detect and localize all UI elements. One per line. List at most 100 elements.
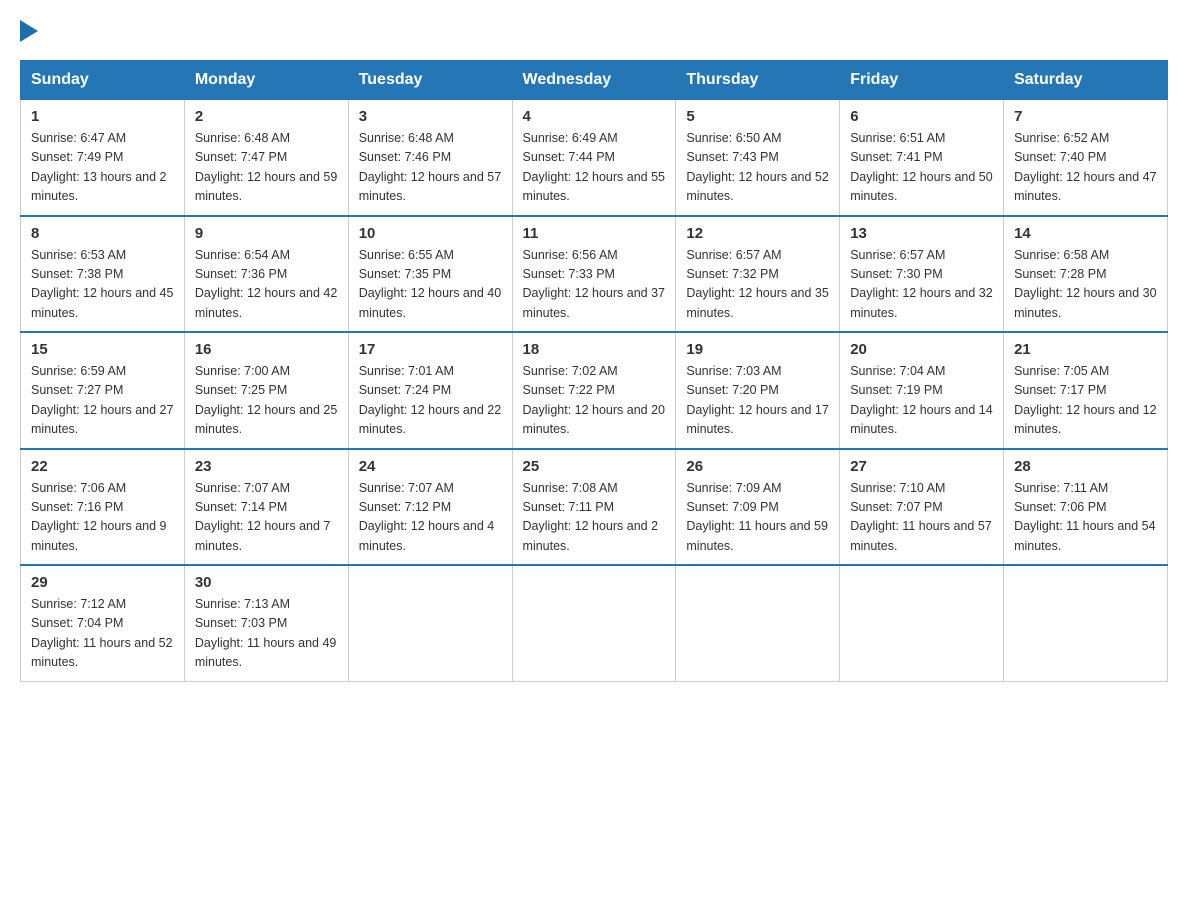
- day-number: 28: [1014, 458, 1157, 475]
- calendar-week-row: 22 Sunrise: 7:06 AMSunset: 7:16 PMDayligh…: [21, 449, 1168, 566]
- day-number: 23: [195, 458, 338, 475]
- day-info: Sunrise: 6:55 AMSunset: 7:35 PMDaylight:…: [359, 248, 501, 320]
- calendar-cell: 4 Sunrise: 6:49 AMSunset: 7:44 PMDaylight…: [512, 100, 676, 216]
- calendar-cell: 27Sunrise: 7:10 AMSunset: 7:07 PMDayligh…: [840, 449, 1004, 566]
- calendar-cell: 14 Sunrise: 6:58 AMSunset: 7:28 PMDayligh…: [1004, 216, 1168, 333]
- calendar-cell: 24 Sunrise: 7:07 AMSunset: 7:12 PMDayligh…: [348, 449, 512, 566]
- calendar-cell: 30Sunrise: 7:13 AMSunset: 7:03 PMDayligh…: [184, 565, 348, 681]
- calendar-cell: [512, 565, 676, 681]
- calendar-cell: 12 Sunrise: 6:57 AMSunset: 7:32 PMDayligh…: [676, 216, 840, 333]
- header-tuesday: Tuesday: [348, 61, 512, 100]
- calendar-cell: 29Sunrise: 7:12 AMSunset: 7:04 PMDayligh…: [21, 565, 185, 681]
- calendar-cell: 17 Sunrise: 7:01 AMSunset: 7:24 PMDayligh…: [348, 332, 512, 449]
- day-info: Sunrise: 7:00 AMSunset: 7:25 PMDaylight:…: [195, 364, 337, 436]
- calendar-cell: 13 Sunrise: 6:57 AMSunset: 7:30 PMDayligh…: [840, 216, 1004, 333]
- day-number: 26: [686, 458, 829, 475]
- header-thursday: Thursday: [676, 61, 840, 100]
- day-number: 1: [31, 108, 174, 125]
- day-number: 24: [359, 458, 502, 475]
- day-info: Sunrise: 6:47 AMSunset: 7:49 PMDaylight:…: [31, 131, 167, 203]
- calendar-cell: 19 Sunrise: 7:03 AMSunset: 7:20 PMDayligh…: [676, 332, 840, 449]
- day-info: Sunrise: 6:49 AMSunset: 7:44 PMDaylight:…: [523, 131, 665, 203]
- calendar-cell: 11Sunrise: 6:56 AMSunset: 7:33 PMDayligh…: [512, 216, 676, 333]
- day-number: 3: [359, 108, 502, 125]
- day-info: Sunrise: 7:13 AMSunset: 7:03 PMDaylight:…: [195, 597, 337, 669]
- calendar-week-row: 1 Sunrise: 6:47 AMSunset: 7:49 PMDaylight…: [21, 100, 1168, 216]
- day-info: Sunrise: 6:50 AMSunset: 7:43 PMDaylight:…: [686, 131, 828, 203]
- day-number: 12: [686, 225, 829, 242]
- calendar-cell: 26 Sunrise: 7:09 AMSunset: 7:09 PMDayligh…: [676, 449, 840, 566]
- day-info: Sunrise: 6:57 AMSunset: 7:32 PMDaylight:…: [686, 248, 828, 320]
- day-number: 11: [523, 225, 666, 242]
- calendar-cell: 5 Sunrise: 6:50 AMSunset: 7:43 PMDaylight…: [676, 100, 840, 216]
- calendar-cell: 1 Sunrise: 6:47 AMSunset: 7:49 PMDaylight…: [21, 100, 185, 216]
- calendar-cell: 16 Sunrise: 7:00 AMSunset: 7:25 PMDayligh…: [184, 332, 348, 449]
- calendar-cell: 21 Sunrise: 7:05 AMSunset: 7:17 PMDayligh…: [1004, 332, 1168, 449]
- day-number: 25: [523, 458, 666, 475]
- day-info: Sunrise: 6:59 AMSunset: 7:27 PMDaylight:…: [31, 364, 173, 436]
- calendar-cell: 9 Sunrise: 6:54 AMSunset: 7:36 PMDaylight…: [184, 216, 348, 333]
- day-info: Sunrise: 6:51 AMSunset: 7:41 PMDaylight:…: [850, 131, 992, 203]
- calendar-cell: 25 Sunrise: 7:08 AMSunset: 7:11 PMDayligh…: [512, 449, 676, 566]
- header-friday: Friday: [840, 61, 1004, 100]
- day-info: Sunrise: 6:52 AMSunset: 7:40 PMDaylight:…: [1014, 131, 1156, 203]
- day-info: Sunrise: 7:06 AMSunset: 7:16 PMDaylight:…: [31, 481, 167, 553]
- day-number: 18: [523, 341, 666, 358]
- day-number: 5: [686, 108, 829, 125]
- calendar-week-row: 15Sunrise: 6:59 AMSunset: 7:27 PMDayligh…: [21, 332, 1168, 449]
- day-number: 21: [1014, 341, 1157, 358]
- header-saturday: Saturday: [1004, 61, 1168, 100]
- day-info: Sunrise: 7:07 AMSunset: 7:14 PMDaylight:…: [195, 481, 331, 553]
- day-info: Sunrise: 6:57 AMSunset: 7:30 PMDaylight:…: [850, 248, 992, 320]
- calendar-cell: 8 Sunrise: 6:53 AMSunset: 7:38 PMDaylight…: [21, 216, 185, 333]
- day-number: 13: [850, 225, 993, 242]
- calendar-cell: 22 Sunrise: 7:06 AMSunset: 7:16 PMDayligh…: [21, 449, 185, 566]
- calendar-cell: 18 Sunrise: 7:02 AMSunset: 7:22 PMDayligh…: [512, 332, 676, 449]
- day-number: 14: [1014, 225, 1157, 242]
- day-number: 8: [31, 225, 174, 242]
- day-number: 27: [850, 458, 993, 475]
- header-monday: Monday: [184, 61, 348, 100]
- day-info: Sunrise: 7:11 AMSunset: 7:06 PMDaylight:…: [1014, 481, 1156, 553]
- calendar-week-row: 8 Sunrise: 6:53 AMSunset: 7:38 PMDaylight…: [21, 216, 1168, 333]
- calendar-cell: 28 Sunrise: 7:11 AMSunset: 7:06 PMDayligh…: [1004, 449, 1168, 566]
- calendar-week-row: 29Sunrise: 7:12 AMSunset: 7:04 PMDayligh…: [21, 565, 1168, 681]
- day-info: Sunrise: 7:09 AMSunset: 7:09 PMDaylight:…: [686, 481, 828, 553]
- calendar-cell: 10 Sunrise: 6:55 AMSunset: 7:35 PMDayligh…: [348, 216, 512, 333]
- day-info: Sunrise: 7:05 AMSunset: 7:17 PMDaylight:…: [1014, 364, 1156, 436]
- day-number: 19: [686, 341, 829, 358]
- day-info: Sunrise: 7:07 AMSunset: 7:12 PMDaylight:…: [359, 481, 495, 553]
- calendar-header-row: SundayMondayTuesdayWednesdayThursdayFrid…: [21, 61, 1168, 100]
- header-sunday: Sunday: [21, 61, 185, 100]
- day-info: Sunrise: 7:01 AMSunset: 7:24 PMDaylight:…: [359, 364, 501, 436]
- day-number: 17: [359, 341, 502, 358]
- day-number: 4: [523, 108, 666, 125]
- day-number: 6: [850, 108, 993, 125]
- calendar-cell: [676, 565, 840, 681]
- calendar-cell: 23 Sunrise: 7:07 AMSunset: 7:14 PMDayligh…: [184, 449, 348, 566]
- day-info: Sunrise: 6:54 AMSunset: 7:36 PMDaylight:…: [195, 248, 337, 320]
- day-number: 10: [359, 225, 502, 242]
- calendar-cell: 15Sunrise: 6:59 AMSunset: 7:27 PMDayligh…: [21, 332, 185, 449]
- day-info: Sunrise: 6:48 AMSunset: 7:47 PMDaylight:…: [195, 131, 337, 203]
- day-info: Sunrise: 6:48 AMSunset: 7:46 PMDaylight:…: [359, 131, 501, 203]
- page-header: [20, 20, 1168, 42]
- logo: [20, 20, 38, 42]
- day-number: 22: [31, 458, 174, 475]
- logo-triangle-icon: [20, 20, 38, 42]
- calendar-table: SundayMondayTuesdayWednesdayThursdayFrid…: [20, 60, 1168, 682]
- day-info: Sunrise: 7:02 AMSunset: 7:22 PMDaylight:…: [523, 364, 665, 436]
- calendar-cell: 7 Sunrise: 6:52 AMSunset: 7:40 PMDaylight…: [1004, 100, 1168, 216]
- day-info: Sunrise: 7:03 AMSunset: 7:20 PMDaylight:…: [686, 364, 828, 436]
- day-info: Sunrise: 7:08 AMSunset: 7:11 PMDaylight:…: [523, 481, 659, 553]
- day-number: 16: [195, 341, 338, 358]
- calendar-cell: [1004, 565, 1168, 681]
- calendar-cell: 20 Sunrise: 7:04 AMSunset: 7:19 PMDayligh…: [840, 332, 1004, 449]
- day-number: 9: [195, 225, 338, 242]
- day-number: 7: [1014, 108, 1157, 125]
- day-info: Sunrise: 7:04 AMSunset: 7:19 PMDaylight:…: [850, 364, 992, 436]
- day-info: Sunrise: 6:53 AMSunset: 7:38 PMDaylight:…: [31, 248, 173, 320]
- calendar-cell: 6 Sunrise: 6:51 AMSunset: 7:41 PMDaylight…: [840, 100, 1004, 216]
- day-number: 20: [850, 341, 993, 358]
- day-info: Sunrise: 6:58 AMSunset: 7:28 PMDaylight:…: [1014, 248, 1156, 320]
